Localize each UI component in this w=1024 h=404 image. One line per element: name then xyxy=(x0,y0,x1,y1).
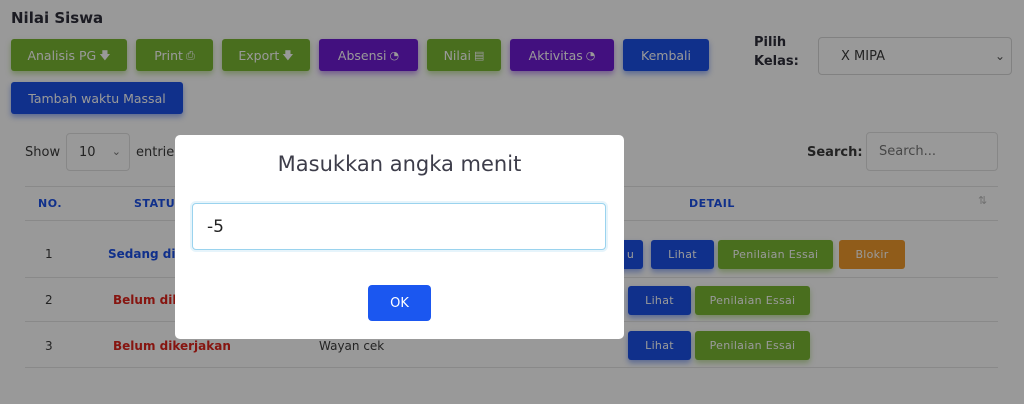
minutes-input-dialog: Masukkan angka menit OK xyxy=(175,135,624,339)
dialog-title: Masukkan angka menit xyxy=(277,152,522,176)
ok-button[interactable]: OK xyxy=(368,285,431,321)
minutes-input[interactable] xyxy=(192,203,606,250)
